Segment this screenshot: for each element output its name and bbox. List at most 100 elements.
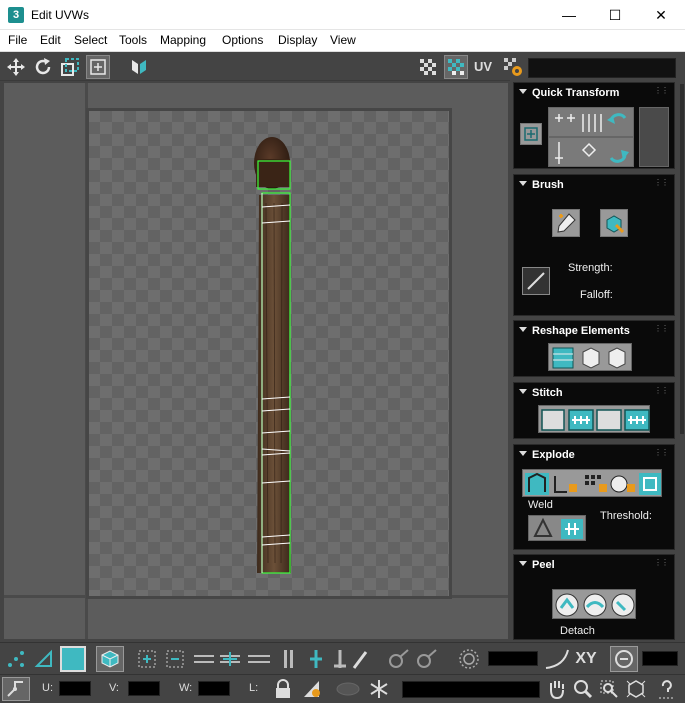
falloff-label: Falloff:: [580, 289, 613, 301]
menu-file[interactable]: File: [8, 33, 27, 47]
collapse-triangle-icon[interactable]: [519, 451, 527, 456]
right-panel: Quick Transform ⋮⋮ Brush ⋮⋮ Strength: Fa…: [510, 80, 685, 642]
paint-move-icon[interactable]: [552, 209, 580, 237]
edge-mode-icon[interactable]: [32, 648, 56, 670]
explode-buttons[interactable]: [522, 469, 662, 497]
edit-uvws-window: 3 Edit UVWs — ☐ ✕ File Edit Select Tools…: [0, 0, 685, 703]
window-title: Edit UVWs: [31, 8, 90, 22]
matchstick-uv-shell[interactable]: [244, 133, 304, 578]
collapse-triangle-icon[interactable]: [519, 181, 527, 186]
rollout-title[interactable]: Peel: [532, 559, 555, 571]
brush-rollout: Brush ⋮⋮ Strength: Falloff:: [513, 174, 675, 316]
rollout-title[interactable]: Stitch: [532, 387, 563, 399]
limit-selection-icon[interactable]: [610, 646, 638, 672]
loop-ring-icons[interactable]: [192, 648, 274, 670]
menu-mapping[interactable]: Mapping: [160, 33, 206, 47]
menu-bar: File Edit Select Tools Mapping Options D…: [0, 30, 685, 52]
grip-icon[interactable]: ⋮⋮: [654, 387, 669, 395]
absolute-offset-icon[interactable]: [2, 677, 30, 701]
show-hidden-edges-icon[interactable]: [300, 678, 326, 700]
texture-settings-icon[interactable]: [501, 55, 525, 79]
straighten-relax-buttons[interactable]: [548, 343, 632, 371]
threshold-label: Threshold:: [600, 510, 652, 522]
title-bar: 3 Edit UVWs — ☐ ✕: [0, 0, 685, 30]
peel-buttons[interactable]: [552, 589, 636, 619]
grip-icon[interactable]: ⋮⋮: [654, 87, 669, 95]
menu-display[interactable]: Display: [278, 33, 317, 47]
mirror-icon[interactable]: [127, 55, 151, 79]
named-selection-field[interactable]: [402, 681, 540, 698]
show-map-icon[interactable]: [444, 55, 468, 79]
panel-scrollbar[interactable]: [680, 84, 684, 434]
element-mode-icon[interactable]: [96, 646, 124, 672]
texture-dropdown[interactable]: [528, 58, 676, 78]
rollout-title[interactable]: Reshape Elements: [532, 325, 630, 337]
rollout-title[interactable]: Quick Transform: [532, 87, 619, 99]
freeform-mode-icon[interactable]: [86, 55, 110, 79]
grow-selection-icon[interactable]: [134, 648, 160, 670]
grip-icon[interactable]: ⋮⋮: [654, 449, 669, 457]
detach-label: Detach: [560, 625, 595, 637]
brush-falloff-icon[interactable]: [522, 267, 550, 295]
vertex-mode-icon[interactable]: [4, 648, 28, 670]
menu-edit[interactable]: Edit: [40, 33, 61, 47]
rotate-icon[interactable]: [31, 55, 55, 79]
grip-icon[interactable]: ⋮⋮: [654, 559, 669, 567]
align-horizontal-button-group[interactable]: [548, 107, 634, 137]
coordinates-toolbar: U: V: W: L:: [0, 674, 685, 703]
pan-hand-icon[interactable]: [545, 678, 569, 700]
relax-brush-icon[interactable]: [600, 209, 628, 237]
minimize-button[interactable]: —: [546, 0, 592, 30]
menu-tools[interactable]: Tools: [119, 33, 147, 47]
stitch-buttons[interactable]: [538, 405, 650, 433]
pivot-icon[interactable]: [520, 123, 542, 145]
xy-space-button[interactable]: XY: [573, 648, 599, 670]
help-icon[interactable]: [653, 678, 681, 700]
soft-selection-icons[interactable]: [386, 648, 442, 670]
rollout-title[interactable]: Explode: [532, 449, 575, 461]
explode-rollout: Explode ⋮⋮ Weld Threshold:: [513, 444, 675, 550]
zoom-region-icon[interactable]: [597, 678, 621, 700]
strength-label: Strength:: [568, 262, 613, 274]
u-field[interactable]: [59, 681, 91, 696]
menu-options[interactable]: Options: [222, 33, 263, 47]
align-vertical-button-group[interactable]: [548, 137, 634, 167]
soft-selection-falloff-icon[interactable]: [456, 647, 482, 671]
spacing-buttons[interactable]: [639, 107, 669, 167]
v-field[interactable]: [128, 681, 160, 696]
falloff-curve-icon[interactable]: [542, 647, 572, 671]
menu-select[interactable]: Select: [74, 33, 107, 47]
checker-pattern-icon[interactable]: [416, 55, 440, 79]
collapse-triangle-icon[interactable]: [519, 327, 527, 332]
collapse-triangle-icon[interactable]: [519, 89, 527, 94]
zoom-icon[interactable]: [571, 678, 595, 700]
lock-icon[interactable]: [272, 678, 294, 700]
app-icon: 3: [8, 7, 24, 23]
w-label: W:: [179, 682, 193, 694]
limit-value-field[interactable]: [642, 651, 678, 666]
menu-view[interactable]: View: [330, 33, 356, 47]
falloff-value-field[interactable]: [488, 651, 538, 666]
shrink-selection-icon[interactable]: [162, 648, 188, 670]
collapse-triangle-icon[interactable]: [519, 561, 527, 566]
zoom-extents-icon[interactable]: [623, 678, 649, 700]
uv-coordinates-label[interactable]: UV: [474, 59, 492, 74]
grip-icon[interactable]: ⋮⋮: [654, 179, 669, 187]
quick-transform-rollout: Quick Transform ⋮⋮: [513, 82, 675, 169]
face-mode-icon[interactable]: [60, 646, 86, 672]
rollout-title[interactable]: Brush: [532, 179, 564, 191]
reshape-elements-rollout: Reshape Elements ⋮⋮: [513, 320, 675, 377]
move-icon[interactable]: [4, 55, 28, 79]
scale-icon[interactable]: [58, 55, 82, 79]
collapse-triangle-icon[interactable]: [519, 389, 527, 394]
uv-viewport[interactable]: [4, 83, 508, 639]
w-field[interactable]: [198, 681, 230, 696]
peel-rollout: Peel ⋮⋮ Detach: [513, 554, 675, 640]
close-button[interactable]: ✕: [638, 0, 684, 30]
hide-icon[interactable]: [334, 678, 362, 700]
grip-icon[interactable]: ⋮⋮: [654, 325, 669, 333]
weld-buttons[interactable]: [528, 515, 586, 541]
select-by-icons[interactable]: [280, 648, 370, 670]
freeze-icon[interactable]: [366, 678, 392, 700]
maximize-button[interactable]: ☐: [592, 0, 638, 30]
